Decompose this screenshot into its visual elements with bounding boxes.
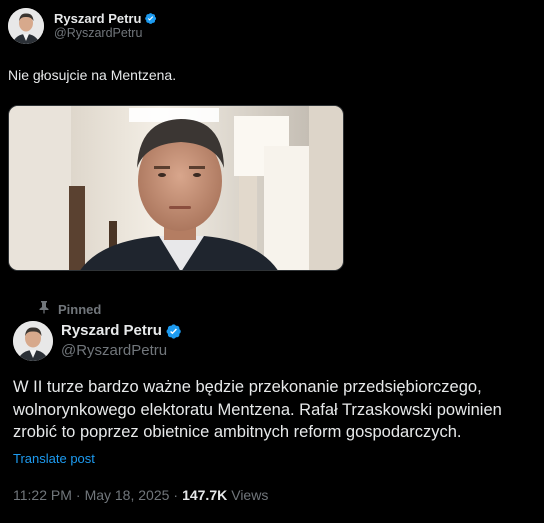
tweet-text: W II turze bardzo ważne będzie przekonan… xyxy=(13,378,502,441)
meta-separator: · xyxy=(75,487,81,503)
quoted-tweet-header: Ryszard Petru @RyszardPetru xyxy=(8,8,157,44)
author-name[interactable]: Ryszard Petru xyxy=(54,11,141,26)
author-name[interactable]: Ryszard Petru xyxy=(61,321,162,341)
avatar[interactable] xyxy=(13,321,53,361)
tweet-metadata: 11:22 PM · May 18, 2025 · 147.7K Views xyxy=(13,487,268,503)
views-count[interactable]: 147.7K xyxy=(182,487,227,503)
meta-separator: · xyxy=(173,487,179,503)
pinned-indicator: Pinned xyxy=(38,300,101,319)
tweet-time[interactable]: 11:22 PM xyxy=(13,487,72,503)
views-label: Views xyxy=(231,487,269,503)
translate-post-link[interactable]: Translate post xyxy=(13,451,95,466)
author-handle[interactable]: @RyszardPetru xyxy=(54,26,157,41)
tweet-date[interactable]: May 18, 2025 xyxy=(85,487,170,503)
pinned-label: Pinned xyxy=(58,302,102,317)
quoted-tweet[interactable]: Ryszard Petru @RyszardPetru Nie głosujci… xyxy=(0,0,544,290)
tweet-header: Ryszard Petru @RyszardPetru xyxy=(13,321,182,361)
author-handle[interactable]: @RyszardPetru xyxy=(61,341,182,361)
quoted-tweet-text: Nie głosujcie na Mentzena. xyxy=(8,67,177,83)
verified-badge-icon xyxy=(165,323,182,340)
avatar[interactable] xyxy=(8,8,44,44)
verified-badge-icon xyxy=(144,12,157,25)
pin-icon xyxy=(38,300,50,319)
video-thumbnail[interactable] xyxy=(8,105,344,271)
